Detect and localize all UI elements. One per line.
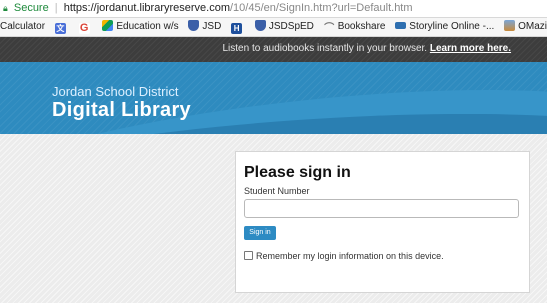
url-host[interactable]: https://jordanut.libraryreserve.com — [64, 2, 230, 14]
bookmark-education[interactable]: Education w/s — [102, 18, 179, 36]
bookmark-google[interactable]: G — [78, 18, 93, 36]
bookmark-label: Calculator — [0, 21, 46, 32]
student-number-label: Student Number — [244, 186, 310, 196]
h-icon: H — [231, 23, 243, 34]
remember-label: Remember my login information on this de… — [256, 251, 444, 261]
secure-label: Secure — [13, 2, 49, 14]
drive-icon — [102, 20, 114, 31]
remember-checkbox[interactable] — [244, 251, 253, 260]
bookmarks-bar: Calculator 文 G Education w/s JSD H JSDSp… — [0, 18, 547, 37]
shield-icon — [254, 20, 266, 31]
storyline-icon — [395, 22, 407, 29]
bookmark-storyline[interactable]: Storyline Online -... — [395, 18, 494, 36]
google-icon: G — [78, 22, 90, 34]
remember-login[interactable]: Remember my login information on this de… — [244, 251, 444, 261]
audiobook-notice-bar: Listen to audiobooks instantly in your b… — [0, 37, 547, 62]
bookmark-h[interactable]: H — [231, 18, 245, 36]
bookmark-label: Bookshare — [337, 21, 386, 32]
bookmark-calculator[interactable]: Calculator — [0, 18, 45, 36]
bookmark-label: OMazing Kids — [518, 21, 547, 32]
student-number-input[interactable] — [244, 199, 519, 218]
learn-more-link[interactable]: Learn more here. — [430, 43, 511, 54]
bookmark-jsd[interactable]: JSD — [188, 18, 221, 36]
lock-icon: 🔒︎ — [3, 3, 8, 13]
bookmark-label: JSD — [202, 21, 222, 32]
audiobook-message: Listen to audiobooks instantly in your b… — [223, 43, 512, 54]
bookmark-label: Education w/s — [116, 21, 179, 32]
url-path[interactable]: /10/45/en/SignIn.htm?url=Default.htm — [230, 2, 413, 14]
audiobook-text: Listen to audiobooks instantly in your b… — [222, 43, 428, 54]
bookmark-label: JSDSpED — [268, 21, 314, 32]
bookmark-jsdsped[interactable]: JSDSpED — [254, 18, 314, 36]
content-area: Please sign in Student Number Sign in Re… — [0, 134, 547, 303]
bookmark-omazing[interactable]: OMazing Kids — [504, 18, 547, 36]
translate-icon: 文 — [54, 23, 66, 34]
bookmark-translate[interactable]: 文 — [54, 18, 69, 36]
separator: | — [54, 2, 58, 14]
signin-button[interactable]: Sign in — [244, 226, 276, 240]
bookshare-icon: ⌒ — [324, 23, 335, 34]
signin-card: Please sign in Student Number Sign in Re… — [235, 151, 530, 293]
bookmark-bookshare[interactable]: ⌒ Bookshare — [324, 18, 386, 36]
bookmark-label: Storyline Online -... — [409, 21, 495, 32]
omazing-icon — [504, 20, 516, 31]
address-bar[interactable]: 🔒︎ Secure | https://jordanut.libraryrese… — [0, 0, 547, 18]
district-name: Jordan School District — [52, 84, 179, 99]
library-title[interactable]: Digital Library — [52, 99, 191, 122]
library-banner: Jordan School District Digital Library — [0, 62, 547, 134]
signin-title: Please sign in — [244, 164, 351, 181]
shield-icon — [188, 20, 200, 31]
